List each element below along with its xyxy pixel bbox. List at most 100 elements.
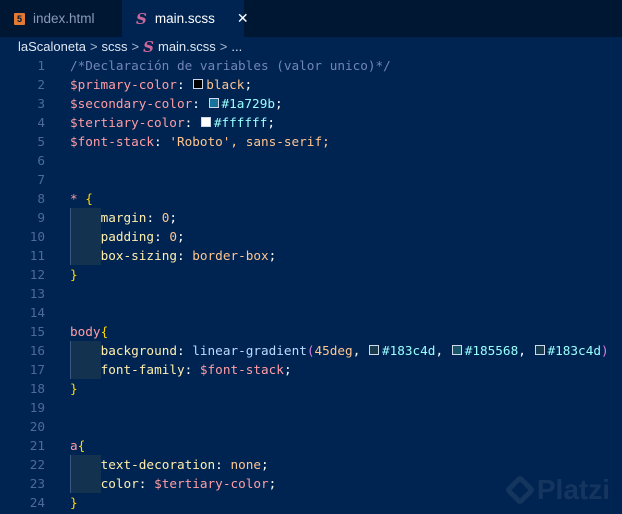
code-token: 45deg: [314, 343, 353, 358]
indent-guide: [70, 474, 101, 493]
code-line[interactable]: 12}: [0, 265, 622, 284]
line-number: 12: [29, 267, 45, 282]
indent-guide: [70, 455, 101, 474]
code-line[interactable]: 7: [0, 170, 622, 189]
code-line[interactable]: 3 $secondary-color: #1a729b;: [0, 94, 622, 113]
code-content: }: [70, 493, 78, 512]
code-content: background: linear-gradient(45deg, #183c…: [70, 341, 609, 360]
code-token: /*Declaración de variables (valor unico)…: [70, 58, 391, 73]
code-token: text-decoration: [100, 457, 216, 472]
code-line[interactable]: 2 $primary-color: black;: [0, 75, 622, 94]
code-token: box-sizing: [100, 248, 177, 263]
code-token: ;: [283, 362, 292, 377]
line-number: 22: [29, 457, 45, 472]
code-line[interactable]: 6: [0, 151, 622, 170]
code-token: {: [85, 191, 93, 206]
code-line[interactable]: 19: [0, 398, 622, 417]
code-token: #183c4d: [381, 343, 436, 358]
color-swatch[interactable]: [208, 98, 219, 108]
code-token: *: [70, 191, 78, 206]
code-line[interactable]: 20: [0, 417, 622, 436]
code-token: :: [146, 210, 162, 225]
sass-icon: S: [143, 37, 154, 56]
breadcrumb-item[interactable]: laScaloneta: [18, 39, 86, 54]
code-content: }: [70, 379, 78, 398]
sass-icon: S: [136, 9, 147, 28]
code-token: $secondary-color: [70, 96, 193, 111]
code-line[interactable]: 8 * {: [0, 189, 622, 208]
color-swatch[interactable]: [534, 345, 545, 355]
code-token: linear-gradient: [192, 343, 307, 358]
code-token: :: [154, 229, 170, 244]
line-number: 3: [37, 96, 45, 111]
code-content: font-family: $font-stack;: [70, 360, 292, 379]
close-icon[interactable]: ✕: [237, 10, 249, 27]
code-token: ;: [267, 115, 275, 130]
line-number: 16: [29, 343, 45, 358]
code-token: ): [600, 343, 609, 358]
platzi-watermark: Platzi: [504, 474, 610, 506]
indent-guide: [70, 360, 101, 379]
code-content: $primary-color: black;: [70, 75, 252, 94]
code-line[interactable]: 1 /*Declaración de variables (valor unico…: [0, 56, 622, 75]
code-token: :: [154, 134, 170, 149]
code-token: $tertiary-color: [70, 115, 185, 130]
code-token: #183c4d: [547, 343, 601, 358]
tab-main-scss[interactable]: S main.scss ✕: [122, 0, 249, 37]
code-line[interactable]: 18}: [0, 379, 622, 398]
code-token: {: [77, 438, 86, 453]
line-number: 7: [37, 172, 45, 187]
code-token: :: [215, 457, 231, 472]
code-line[interactable]: 10 padding: 0;: [0, 227, 622, 246]
code-token: border-box: [192, 248, 269, 263]
breadcrumb-item[interactable]: main.scss: [158, 39, 216, 54]
code-line[interactable]: 4 $tertiary-color: #ffffff;: [0, 113, 622, 132]
line-number: 20: [29, 419, 45, 434]
line-number: 1: [37, 58, 45, 73]
code-line[interactable]: 15 body{: [0, 322, 622, 341]
code-line[interactable]: 9 margin: 0;: [0, 208, 622, 227]
color-swatch[interactable]: [368, 345, 379, 355]
indent-guide: [70, 246, 101, 265]
tab-index-html[interactable]: 5 index.html: [0, 0, 122, 37]
watermark-text: Platzi: [536, 474, 610, 505]
code-line[interactable]: 14: [0, 303, 622, 322]
color-swatch[interactable]: [193, 79, 204, 89]
chevron-right-icon: >: [219, 39, 228, 54]
code-editor[interactable]: 1 /*Declaración de variables (valor unico…: [0, 56, 622, 514]
html5-icon: 5: [14, 12, 25, 25]
breadcrumb-item[interactable]: ...: [231, 39, 242, 54]
code-line[interactable]: 11 box-sizing: border-box;: [0, 246, 622, 265]
code-line[interactable]: 13: [0, 284, 622, 303]
code-token: , sans-serif;: [230, 134, 330, 149]
code-token: ;: [261, 457, 269, 472]
color-swatch[interactable]: [200, 117, 211, 127]
line-number: 5: [37, 134, 45, 149]
code-line[interactable]: 21 a{: [0, 436, 622, 455]
code-line[interactable]: 5 $font-stack: 'Roboto', sans-serif;: [0, 132, 622, 151]
code-content: box-sizing: border-box;: [70, 246, 276, 265]
code-token: margin: [100, 210, 147, 225]
code-token: :: [184, 362, 200, 377]
code-line[interactable]: 16 background: linear-gradient(45deg, #18…: [0, 341, 622, 360]
code-token: :: [192, 96, 208, 111]
code-token: $font-stack: [199, 362, 284, 377]
line-number: 4: [37, 115, 45, 130]
code-line[interactable]: 22 text-decoration: none;: [0, 455, 622, 474]
breadcrumb-item[interactable]: scss: [102, 39, 128, 54]
code-content: text-decoration: none;: [70, 455, 269, 474]
line-number: 8: [37, 191, 45, 206]
code-token: ;: [169, 210, 177, 225]
tab-label: index.html: [33, 11, 95, 26]
code-token: 0: [169, 229, 177, 244]
code-token: :: [184, 115, 200, 130]
code-token: color: [100, 476, 139, 491]
code-content: $font-stack: 'Roboto', sans-serif;: [70, 132, 330, 151]
code-content: margin: 0;: [70, 208, 177, 227]
color-swatch[interactable]: [451, 345, 462, 355]
indent-guide: [70, 208, 101, 227]
code-line[interactable]: 17 font-family: $font-stack;: [0, 360, 622, 379]
code-token: 0: [161, 210, 170, 225]
breadcrumb: laScaloneta > scss > S main.scss > ...: [0, 37, 622, 56]
